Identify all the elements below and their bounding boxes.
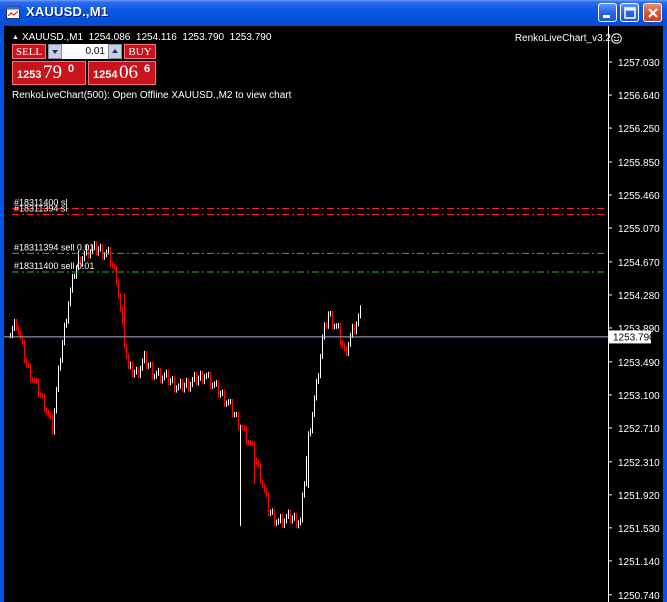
axis-tick-label: 1252.310 xyxy=(618,458,660,469)
symbol-header: ▲ XAUUSD.,M1 1254.086 1254.116 1253.790 1… xyxy=(12,32,271,43)
price-chart[interactable]: #18311400 sl#18311394 sl#18311394 sell 0… xyxy=(4,26,663,602)
title-bar[interactable]: XAUUSD.,M1 xyxy=(0,0,667,26)
buy-price-box[interactable]: 1254 06 6 xyxy=(88,61,156,85)
current-price-label: 1253.790 xyxy=(613,332,655,343)
lot-increase-button[interactable] xyxy=(108,44,122,59)
chart-window-icon xyxy=(6,6,20,19)
price-bars xyxy=(10,240,361,529)
price-axis: 1257.030 1256.640 1256.250 1255.850 1255.460… xyxy=(608,58,660,602)
axis-tick-label: 1251.920 xyxy=(618,491,660,502)
maximize-button[interactable] xyxy=(620,3,639,22)
indicator-name: RenkoLiveChart_v3.2 xyxy=(514,33,611,44)
buy-button[interactable]: BUY xyxy=(124,44,156,59)
one-click-trading-panel: SELL BUY 1253 79 0 1254 06 6 xyxy=(12,44,162,86)
ask-price-pips: 06 xyxy=(119,62,138,83)
axis-tick-label: 1256.640 xyxy=(618,91,660,102)
order-label: #18311394 sl xyxy=(14,203,67,213)
axis-tick-label: 1253.490 xyxy=(618,358,660,369)
ask-price-main: 1254 xyxy=(93,69,118,81)
minimize-icon xyxy=(603,15,610,18)
close-button[interactable] xyxy=(643,3,662,22)
minimize-button[interactable] xyxy=(598,3,617,22)
chart-area[interactable]: #18311400 sl #18311394 sl #18311394 sell 0… xyxy=(4,26,663,602)
arrow-down-icon xyxy=(52,50,58,54)
sell-button[interactable]: SELL xyxy=(12,44,46,59)
bid-price-main: 1253 xyxy=(17,69,42,81)
axis-tick-label: 1250.740 xyxy=(618,591,660,602)
bid-price-fraction: 0 xyxy=(68,63,75,75)
symbol-ohlc: XAUUSD.,M1 1254.086 1254.116 1253.790 12… xyxy=(21,32,272,43)
bid-price-pips: 79 xyxy=(43,62,62,83)
axis-tick-label: 1257.030 xyxy=(618,58,660,69)
collapse-triangle-icon[interactable]: ▲ xyxy=(12,34,19,41)
lot-size-input[interactable] xyxy=(62,44,108,59)
order-label: #18311394 sell 0.01 xyxy=(14,242,94,252)
axis-tick-label: 1254.280 xyxy=(618,291,660,302)
terminal-window: XAUUSD.,M1 #18311400 sl #18311394 sl #1831… xyxy=(0,0,667,602)
close-icon xyxy=(648,8,658,18)
maximize-icon xyxy=(624,7,636,19)
ask-price-fraction: 6 xyxy=(144,63,151,75)
order-label: #18311400 sell 0.01 xyxy=(14,261,94,271)
axis-tick-label: 1254.670 xyxy=(618,258,660,269)
axis-tick-label: 1255.460 xyxy=(618,191,660,202)
arrow-up-icon xyxy=(112,49,118,53)
window-title: XAUUSD.,M1 xyxy=(26,4,109,19)
indicator-message: RenkoLiveChart(500): Open Offline XAUUSD… xyxy=(12,90,292,101)
axis-tick-label: 1255.070 xyxy=(618,224,660,235)
smiley-icon xyxy=(611,33,622,44)
current-price-tag: 1253.790 xyxy=(609,330,655,344)
axis-tick-label: 1255.850 xyxy=(618,158,660,169)
axis-tick-label: 1256.250 xyxy=(618,124,660,135)
axis-tick-label: 1253.100 xyxy=(618,391,660,402)
lot-decrease-button[interactable] xyxy=(48,44,62,59)
axis-tick-label: 1251.140 xyxy=(618,557,660,568)
axis-tick-label: 1252.710 xyxy=(618,424,660,435)
order-lines[interactable]: #18311400 sl#18311394 sl#18311394 sell 0… xyxy=(12,198,606,273)
sell-price-box[interactable]: 1253 79 0 xyxy=(12,61,86,85)
axis-tick-label: 1251.530 xyxy=(618,524,660,535)
